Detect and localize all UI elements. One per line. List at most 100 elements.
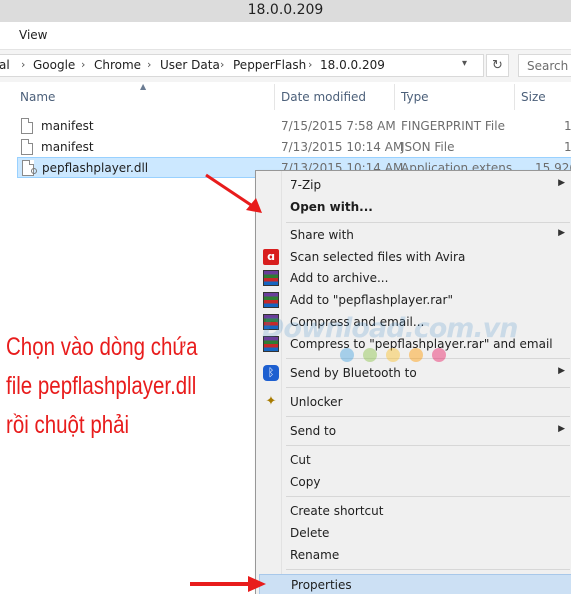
column-divider[interactable] bbox=[514, 84, 515, 110]
sort-ascending-icon: ▲ bbox=[140, 82, 147, 91]
menu-item-label: Create shortcut bbox=[290, 504, 384, 518]
gear-icon bbox=[31, 168, 37, 174]
menu-item-label: Scan selected files with Avira bbox=[290, 250, 466, 264]
winrar-icon bbox=[263, 292, 279, 308]
file-date: 7/15/2015 7:58 AM bbox=[281, 119, 396, 133]
breadcrumb-item[interactable]: Chrome bbox=[94, 58, 141, 72]
menu-item-delete[interactable]: Delete bbox=[259, 523, 571, 544]
watermark-dot bbox=[409, 348, 423, 362]
ribbon: View bbox=[0, 22, 571, 50]
menu-separator bbox=[286, 416, 570, 417]
annotation-arrow-icon bbox=[190, 576, 266, 592]
menu-item-send-to[interactable]: Send to ▶ bbox=[259, 421, 571, 442]
search-input[interactable]: Search 1 bbox=[518, 54, 571, 77]
watermark-dot bbox=[340, 348, 354, 362]
menu-item-copy[interactable]: Copy bbox=[259, 472, 571, 493]
menu-separator bbox=[286, 387, 570, 388]
title-bar: 18.0.0.209 bbox=[0, 0, 571, 22]
menu-item-label: 7-Zip bbox=[290, 178, 322, 192]
column-header-date[interactable]: Date modified bbox=[281, 90, 366, 104]
column-header-name[interactable]: Name bbox=[20, 90, 55, 104]
watermark-logo: Download.com.vn bbox=[262, 313, 519, 344]
file-type: FINGERPRINT File bbox=[401, 119, 505, 133]
menu-item-send-bluetooth[interactable]: ᛒ Send by Bluetooth to ▶ bbox=[259, 363, 571, 384]
menu-item-cut[interactable]: Cut bbox=[259, 450, 571, 471]
menu-item-create-shortcut[interactable]: Create shortcut bbox=[259, 501, 571, 522]
menu-separator bbox=[286, 496, 570, 497]
column-divider[interactable] bbox=[274, 84, 275, 110]
search-placeholder: Search 1 bbox=[527, 59, 571, 73]
submenu-arrow-icon: ▶ bbox=[558, 228, 565, 238]
dll-file-icon bbox=[22, 160, 37, 176]
menu-item-label: Add to archive... bbox=[290, 271, 389, 285]
watermark-dot bbox=[363, 348, 377, 362]
menu-item-label: Open with... bbox=[290, 200, 373, 214]
menu-item-label: Unlocker bbox=[290, 395, 343, 409]
address-dropdown-icon[interactable]: ▾ bbox=[462, 58, 467, 69]
watermark-dot bbox=[386, 348, 400, 362]
column-divider[interactable] bbox=[394, 84, 395, 110]
breadcrumb-item[interactable]: al bbox=[0, 58, 10, 72]
menu-item-unlocker[interactable]: ✦ Unlocker bbox=[259, 392, 571, 413]
unlocker-wand-icon: ✦ bbox=[265, 394, 277, 409]
breadcrumb-separator-icon[interactable]: › bbox=[220, 58, 224, 71]
refresh-button[interactable]: ↻ bbox=[486, 54, 509, 77]
submenu-arrow-icon: ▶ bbox=[558, 424, 565, 434]
file-row[interactable]: manifest 7/13/2015 10:14 AM JSON File 1 bbox=[17, 137, 571, 158]
menu-separator bbox=[286, 445, 570, 446]
menu-item-label: Delete bbox=[290, 526, 330, 540]
column-header-size[interactable]: Size bbox=[521, 90, 546, 104]
breadcrumb-separator-icon[interactable]: › bbox=[147, 58, 151, 71]
avira-icon: ɑ bbox=[263, 249, 279, 265]
submenu-arrow-icon: ▶ bbox=[558, 366, 565, 376]
menu-item-label: Copy bbox=[290, 475, 321, 489]
breadcrumb-item[interactable]: Google bbox=[33, 58, 75, 72]
submenu-arrow-icon: ▶ bbox=[558, 178, 565, 188]
menu-item-open-with[interactable]: Open with... bbox=[259, 197, 571, 218]
file-icon bbox=[21, 139, 33, 155]
breadcrumb-separator-icon[interactable]: › bbox=[81, 58, 85, 71]
file-size: 1 bbox=[564, 140, 571, 154]
annotation-line: Chọn vào dòng chứa bbox=[6, 333, 198, 361]
file-row[interactable]: manifest 7/15/2015 7:58 AM FINGERPRINT F… bbox=[17, 116, 571, 137]
watermark-dot bbox=[432, 348, 446, 362]
file-name: pepflashplayer.dll bbox=[42, 161, 149, 175]
breadcrumb-separator-icon[interactable]: › bbox=[308, 58, 312, 71]
file-name: manifest bbox=[41, 140, 94, 154]
menu-item-properties[interactable]: Properties bbox=[259, 574, 571, 594]
address-bar[interactable]: al › Google › Chrome › User Data › Peppe… bbox=[0, 54, 484, 77]
breadcrumb-item[interactable]: 18.0.0.209 bbox=[320, 58, 385, 72]
menu-item-label: Rename bbox=[290, 548, 340, 562]
menu-item-label: Properties bbox=[291, 578, 352, 592]
breadcrumb-item[interactable]: User Data bbox=[160, 58, 220, 72]
winrar-icon bbox=[263, 270, 279, 286]
bluetooth-icon: ᛒ bbox=[263, 365, 279, 381]
menu-item-label: Add to "pepflashplayer.rar" bbox=[290, 293, 453, 307]
menu-item-share-with[interactable]: Share with ▶ bbox=[259, 225, 571, 246]
file-size: 1 bbox=[564, 119, 571, 133]
file-icon bbox=[21, 118, 33, 134]
menu-separator bbox=[286, 222, 570, 223]
menu-separator bbox=[286, 569, 570, 570]
tab-view[interactable]: View bbox=[19, 28, 47, 42]
menu-item-scan-avira[interactable]: ɑ Scan selected files with Avira bbox=[259, 247, 571, 268]
column-header-type[interactable]: Type bbox=[401, 90, 429, 104]
menu-item-label: Cut bbox=[290, 453, 311, 467]
menu-item-add-to-archive[interactable]: Add to archive... bbox=[259, 268, 571, 289]
breadcrumb-separator-icon[interactable]: › bbox=[21, 58, 25, 71]
file-name: manifest bbox=[41, 119, 94, 133]
context-menu: 7-Zip ▶ Open with... Share with ▶ ɑ Scan… bbox=[255, 170, 571, 594]
address-row: al › Google › Chrome › User Data › Peppe… bbox=[0, 50, 571, 82]
menu-item-label: Share with bbox=[290, 228, 354, 242]
menu-item-rename[interactable]: Rename bbox=[259, 545, 571, 566]
file-date: 7/13/2015 10:14 AM bbox=[281, 140, 404, 154]
menu-separator bbox=[286, 358, 570, 359]
window-title: 18.0.0.209 bbox=[247, 2, 324, 18]
menu-item-7zip[interactable]: 7-Zip ▶ bbox=[259, 175, 571, 196]
menu-item-add-to-rar[interactable]: Add to "pepflashplayer.rar" bbox=[259, 290, 571, 311]
menu-item-label: Send by Bluetooth to bbox=[290, 366, 417, 380]
annotation-line: rồi chuột phải bbox=[6, 411, 130, 439]
breadcrumb-item[interactable]: PepperFlash bbox=[233, 58, 306, 72]
menu-item-label: Send to bbox=[290, 424, 337, 438]
annotation-arrow-icon bbox=[205, 173, 262, 213]
